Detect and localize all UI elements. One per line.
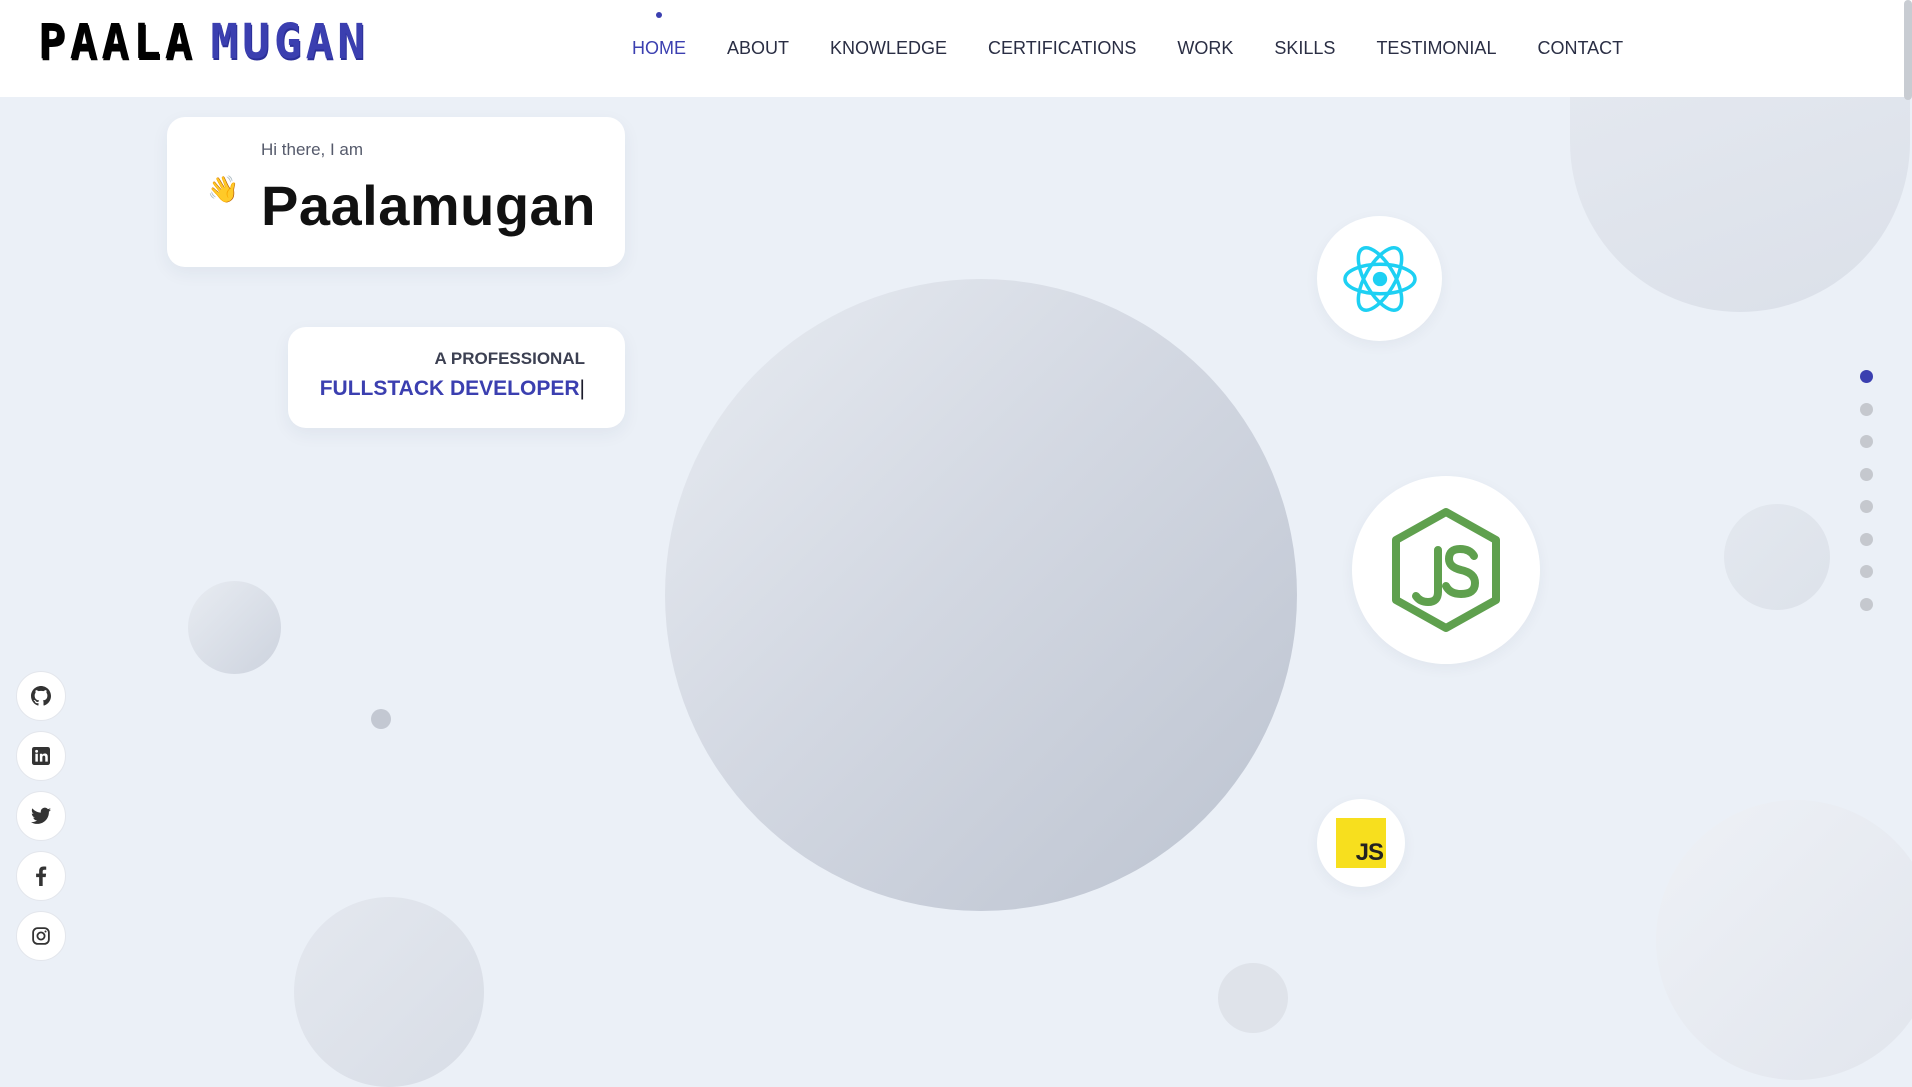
facebook-link[interactable] (16, 851, 66, 901)
role-card: A PROFESSIONAL FULLSTACK DEVELOPER| (288, 327, 625, 428)
facebook-icon (36, 866, 47, 886)
background-circle (1218, 963, 1288, 1033)
typing-cursor: | (579, 377, 585, 400)
section-dot-1[interactable] (1860, 370, 1873, 383)
hero-name: Paalamugan (261, 174, 596, 237)
nav-work[interactable]: WORK (1177, 38, 1233, 59)
greeting-card: 👋 Hi there, I am Paalamugan (167, 117, 625, 267)
nav-home[interactable]: HOME (632, 38, 686, 59)
nav-knowledge[interactable]: KNOWLEDGE (830, 38, 947, 59)
react-icon (1342, 245, 1417, 312)
section-dot-8[interactable] (1860, 597, 1873, 611)
nav-testimonial[interactable]: TESTIMONIAL (1376, 38, 1496, 59)
background-circle (1724, 504, 1830, 610)
nodejs-icon (1392, 508, 1500, 632)
role-title-wrap: FULLSTACK DEVELOPER| (320, 377, 585, 401)
role-prefix: A PROFESSIONAL (434, 349, 586, 368)
nav-skills[interactable]: SKILLS (1274, 38, 1335, 59)
greeting-text: Hi there, I am (261, 140, 364, 159)
github-icon (31, 686, 51, 706)
logo-part-2: MUGAN (210, 12, 369, 70)
main-nav: HOME ABOUT KNOWLEDGE CERTIFICATIONS WORK… (632, 0, 1664, 97)
logo-part-1: PAALA (38, 12, 197, 70)
role-title: FULLSTACK DEVELOPER (319, 377, 580, 400)
javascript-bubble: JS (1317, 799, 1405, 887)
page-scrollbar[interactable] (1904, 0, 1912, 100)
nav-certifications[interactable]: CERTIFICATIONS (988, 38, 1136, 59)
section-dot-3[interactable] (1860, 435, 1873, 448)
background-dot (371, 709, 391, 729)
linkedin-icon (32, 747, 50, 765)
background-circle (1656, 800, 1912, 1080)
twitter-icon (31, 807, 51, 824)
background-circle (294, 897, 484, 1087)
hero-circle (665, 279, 1297, 911)
linkedin-link[interactable] (16, 731, 66, 781)
react-bubble (1317, 216, 1442, 341)
section-dot-7[interactable] (1860, 565, 1873, 578)
site-logo[interactable]: PAALA MUGAN (38, 13, 369, 70)
waving-hand-icon: 👋 (207, 175, 240, 205)
javascript-badge-text: JS (1355, 839, 1384, 866)
navbar: PAALA MUGAN HOME ABOUT KNOWLEDGE CERTIFIC… (0, 0, 1912, 97)
section-dot-5[interactable] (1860, 500, 1873, 513)
section-dot-2[interactable] (1860, 402, 1873, 416)
section-dot-6[interactable] (1860, 532, 1873, 546)
instagram-link[interactable] (16, 911, 66, 961)
background-circle (188, 581, 281, 674)
nav-contact[interactable]: CONTACT (1537, 38, 1623, 59)
section-dot-4[interactable] (1860, 467, 1873, 481)
nav-about[interactable]: ABOUT (727, 38, 789, 59)
javascript-icon: JS (1336, 818, 1386, 868)
section-pagination (1860, 370, 1873, 630)
instagram-icon (32, 927, 50, 945)
twitter-link[interactable] (16, 791, 66, 841)
nodejs-bubble (1352, 476, 1540, 664)
github-link[interactable] (16, 671, 66, 721)
